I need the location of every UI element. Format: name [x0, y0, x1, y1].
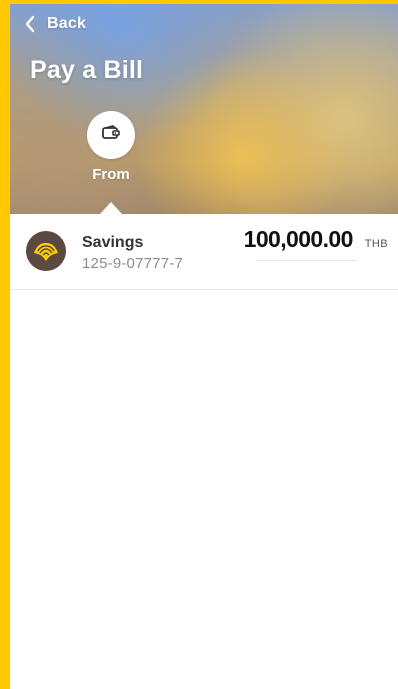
from-label: From — [92, 166, 130, 183]
from-step-button[interactable]: From — [81, 111, 141, 183]
selection-pointer — [100, 202, 122, 214]
account-number: 125-9-07777-7 — [82, 255, 184, 272]
page-title: Pay a Bill — [30, 56, 144, 84]
back-label: Back — [47, 15, 87, 32]
from-icon-circle — [87, 111, 135, 159]
account-card[interactable]: Savings 125-9-07777-7 100,000.00 THB — [10, 214, 398, 290]
pay-bill-screen: Back Pay a Bill From Savings 125-9-07777… — [10, 4, 398, 689]
wallet-icon — [101, 124, 121, 147]
balance-amount: 100,000.00 — [243, 226, 357, 261]
app-frame: Back Pay a Bill From Savings 125-9-07777… — [0, 0, 398, 689]
account-name: Savings — [82, 234, 144, 251]
currency-code: THB — [364, 238, 388, 250]
back-button[interactable]: Back — [24, 12, 86, 36]
header-banner: Back Pay a Bill From — [10, 4, 398, 214]
empty-content-area — [10, 290, 398, 689]
account-balance: 100,000.00 THB — [243, 226, 388, 261]
bank-logo-icon — [26, 231, 66, 271]
chevron-left-icon — [24, 15, 35, 33]
